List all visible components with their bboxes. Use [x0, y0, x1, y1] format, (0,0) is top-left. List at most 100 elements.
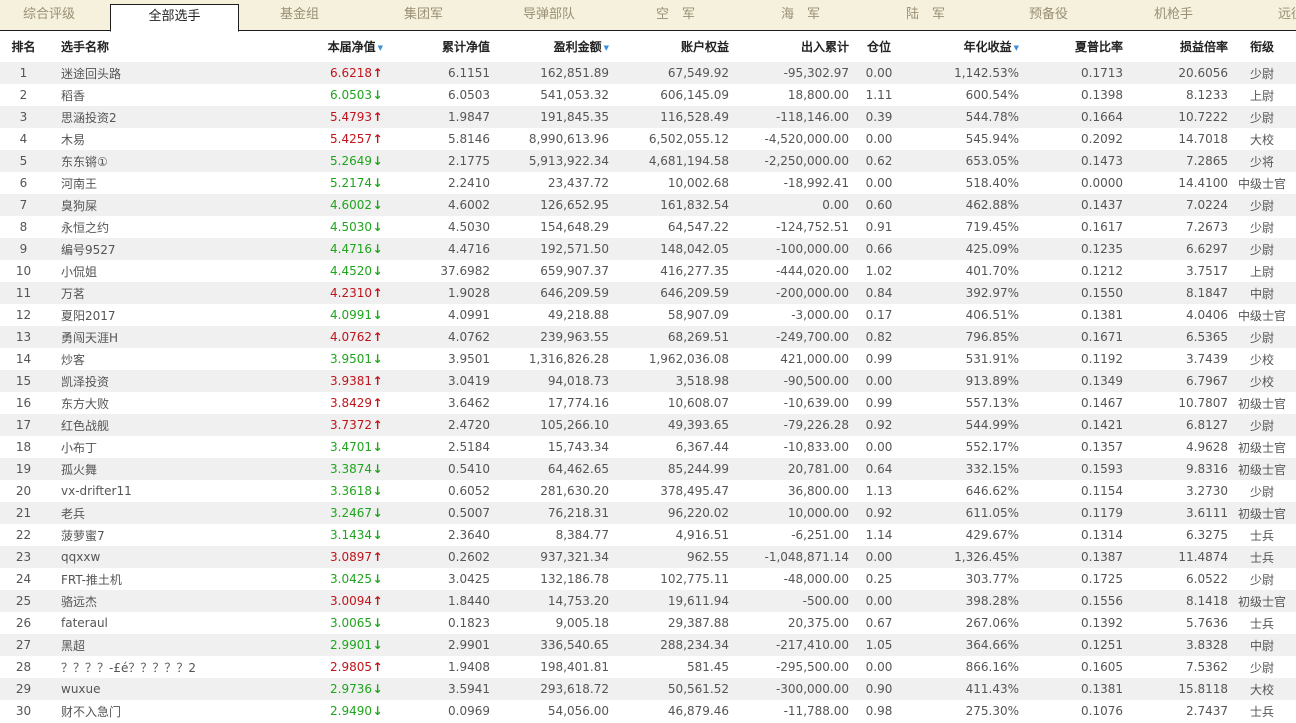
nav-value: 3.0065 [330, 616, 372, 630]
cell-name[interactable]: 永恒之约 [47, 216, 295, 238]
cell-name[interactable]: 财不入急门 [47, 700, 295, 722]
table-row[interactable]: 17 红色战舰 3.7372↑ 2.4720 105,266.10 49,393.65 -7… [0, 414, 1296, 436]
table-row[interactable]: 5 东东锵① 5.2649↓ 2.1775 5,913,922.34 4,681,194.… [0, 150, 1296, 172]
table-row[interactable]: 1 迷途回头路 6.6218↑ 6.1151 162,851.89 67,549.92 -9… [0, 62, 1296, 84]
cell-rank: 23 [0, 546, 47, 568]
cell-name[interactable]: 稻香 [47, 84, 295, 106]
table-row[interactable]: 10 小侃姐 4.4520↓ 37.6982 659,907.37 416,277.35-… [0, 260, 1296, 282]
table-row[interactable]: 29 wuxue 2.9736↓ 3.5941 293,618.72 50,561.52-… [0, 678, 1296, 700]
tab-10[interactable]: 远征军 [1278, 0, 1296, 30]
tab-4[interactable]: 导弹部队 [523, 0, 575, 30]
cell-cum: 4.0762 [383, 326, 490, 348]
tab-1[interactable]: 全部选手 [110, 4, 239, 32]
table-row[interactable]: 26 fateraul 3.0065↓ 0.1823 9,005.18 29,387.88… [0, 612, 1296, 634]
nav-value: 3.4701 [330, 440, 372, 454]
sort-down-icon[interactable]: ▼ [378, 44, 383, 52]
tab-2[interactable]: 基金组 [280, 0, 319, 30]
table-row[interactable]: 14 炒客 3.9501↓ 3.9501 1,316,826.28 1,962,036.0… [0, 348, 1296, 370]
cell-name[interactable]: 臭狗屎 [47, 194, 295, 216]
table-row[interactable]: 25 骆远杰 3.0094↑ 1.8440 14,753.20 19,611.94 -500… [0, 590, 1296, 612]
cell-name[interactable]: wuxue [47, 678, 295, 700]
cell-name[interactable]: vx-drifter11 [47, 480, 295, 502]
tab-6[interactable]: 海 军 [781, 0, 820, 30]
tab-8[interactable]: 预备役 [1029, 0, 1068, 30]
table-row[interactable]: 2 稻香 6.0503↓ 6.0503 541,053.32 606,145.09 18,8… [0, 84, 1296, 106]
cell-name[interactable]: 编号9527 [47, 238, 295, 260]
cell-name[interactable]: fateraul [47, 612, 295, 634]
cell-name[interactable]: 骆远杰 [47, 590, 295, 612]
cell-name[interactable]: 万茗 [47, 282, 295, 304]
table-row[interactable]: 18 小布丁 3.4701↓ 2.5184 15,743.34 6,367.44 -10,8… [0, 436, 1296, 458]
table-row[interactable]: 11 万茗 4.2310↑ 1.9028 646,209.59 646,209.59 -20… [0, 282, 1296, 304]
column-header[interactable]: 年化收益 ▼ [909, 31, 1019, 62]
cell-name[interactable]: 木易 [47, 128, 295, 150]
nav-value: 2.9901 [330, 638, 372, 652]
tab-7[interactable]: 陆 军 [906, 0, 945, 30]
tab-0[interactable]: 综合评级 [23, 0, 75, 30]
cell-name[interactable]: 勇闯天涯H [47, 326, 295, 348]
table-row[interactable]: 24 FRT-推土机 3.0425↓ 3.0425 132,186.78 102,775.… [0, 568, 1296, 590]
table-row[interactable]: 7 臭狗屎 4.6002↓ 4.6002 126,652.95 161,832.54 0.0… [0, 194, 1296, 216]
cell-annual: 552.17% [965, 440, 1019, 454]
table-header-row: 排名 选手名称 本届净值 ▼ 累计净值 盈利金额 ▼ 账户权益 出入累计 仓位 年化收益 ▼ 夏普比率损… [0, 31, 1296, 62]
table-row[interactable]: 15 凯泽投资 3.9381↑ 3.0419 94,018.73 3,518.98 -90,… [0, 370, 1296, 392]
cell-cum: 4.0991 [448, 308, 490, 322]
table-row[interactable]: 21 老兵 3.2467↓ 0.5007 76,218.31 96,220.02 10,00… [0, 502, 1296, 524]
table-row[interactable]: 23 qqxxw 3.0897↑ 0.2602 937,321.34 962.55 -1,0… [0, 546, 1296, 568]
cell-name[interactable]: ？？？？-£é？？？？？2 [47, 656, 295, 678]
nav-value: 4.5030 [330, 220, 372, 234]
tab-5[interactable]: 空 军 [656, 0, 695, 30]
tab-3[interactable]: 集团军 [404, 0, 443, 30]
table-row[interactable]: 12 夏阳2017 4.0991↓ 4.0991 49,218.88 58,907.09-… [0, 304, 1296, 326]
cell-equity: 3,518.98 [609, 370, 729, 392]
table-row[interactable]: 20 vx-drifter11 3.3618↓ 0.6052 281,630.20 378… [0, 480, 1296, 502]
cell-name[interactable]: 东东锵① [47, 150, 295, 172]
cell-flow: -2,250,000.00 [729, 150, 849, 172]
tab-9[interactable]: 机枪手 [1154, 0, 1193, 30]
cell-name[interactable]: 河南王 [47, 172, 295, 194]
table-row[interactable]: 19 孤火舞 3.3874↓ 0.5410 64,462.65 85,244.99 20,7… [0, 458, 1296, 480]
cell-flow: -217,410.00 [729, 634, 849, 656]
cell-pos: 1.14 [865, 528, 893, 542]
cell-name[interactable]: 孤火舞 [47, 458, 295, 480]
table-row[interactable]: 27 黑超 2.9901↓ 2.9901 336,540.65 288,234.34 -21… [0, 634, 1296, 656]
cell-name[interactable]: 红色战舰 [47, 414, 295, 436]
table-row[interactable]: 9 编号9527 4.4716↓ 4.4716 192,571.50 148,042.05… [0, 238, 1296, 260]
column-header[interactable]: 本届净值 ▼ [295, 31, 383, 62]
sort-down-icon[interactable]: ▼ [1014, 44, 1019, 52]
cell-name[interactable]: 思涵投资2 [47, 106, 295, 128]
cell-cum: 2.2410 [448, 176, 490, 190]
table-row[interactable]: 22 菠萝蜜7 3.1434↓ 2.3640 8,384.77 4,916.51 -6,25… [0, 524, 1296, 546]
cell-rank-title: 初级士官 [1228, 458, 1296, 480]
cell-profit: 336,540.65 [490, 634, 609, 656]
cell-cum: 2.3640 [448, 528, 490, 542]
table-row[interactable]: 6 河南王 5.2174↓ 2.2410 23,437.72 10,002.68 -18,9… [0, 172, 1296, 194]
table-row[interactable]: 28 ？？？？-£é？？？？？2 2.9805↑ 1.9408 198,401.81 58… [0, 656, 1296, 678]
cell-equity: 50,561.52 [609, 678, 729, 700]
cell-annual: 1,326.45% [909, 546, 1019, 568]
cell-name[interactable]: 黑超 [47, 634, 295, 656]
cell-name[interactable]: 小布丁 [47, 436, 295, 458]
cell-rank: 19 [0, 458, 47, 480]
table-row[interactable]: 13 勇闯天涯H 4.0762↑ 4.0762 239,963.55 68,269.51-… [0, 326, 1296, 348]
cell-name[interactable]: 菠萝蜜7 [47, 524, 295, 546]
cell-name[interactable]: 炒客 [47, 348, 295, 370]
cell-name[interactable]: FRT-推土机 [47, 568, 295, 590]
column-header[interactable]: 盈利金额 ▼ [490, 31, 609, 62]
table-row[interactable]: 4 木易 5.4257↑ 5.8146 8,990,613.96 6,502,055.12… [0, 128, 1296, 150]
cell-name[interactable]: 凯泽投资 [47, 370, 295, 392]
cell-name[interactable]: 迷途回头路 [47, 62, 295, 84]
cell-name[interactable]: 老兵 [47, 502, 295, 524]
cell-name[interactable]: qqxxw [47, 546, 295, 568]
table-row[interactable]: 30 财不入急门 2.9490↓ 0.0969 54,056.00 46,879.46 -1… [0, 700, 1296, 722]
table-row[interactable]: 16 东方大败 3.8429↑ 3.6462 17,774.16 10,608.07 -10… [0, 392, 1296, 414]
cell-name[interactable]: 小侃姐 [47, 260, 295, 282]
cell-flow: -95,302.97 [729, 62, 849, 84]
cell-rank-title: 初级士官 [1228, 590, 1296, 612]
sort-down-icon[interactable]: ▼ [604, 44, 609, 52]
table-row[interactable]: 3 思涵投资2 5.4793↑ 1.9847 191,845.35 116,528.49-… [0, 106, 1296, 128]
table-row[interactable]: 8 永恒之约 4.5030↓ 4.5030 154,648.29 64,547.22 -12… [0, 216, 1296, 238]
cell-name[interactable]: 夏阳2017 [47, 304, 295, 326]
cell-name[interactable]: 东方大败 [47, 392, 295, 414]
arrow-down-icon: ↓ [372, 462, 383, 476]
